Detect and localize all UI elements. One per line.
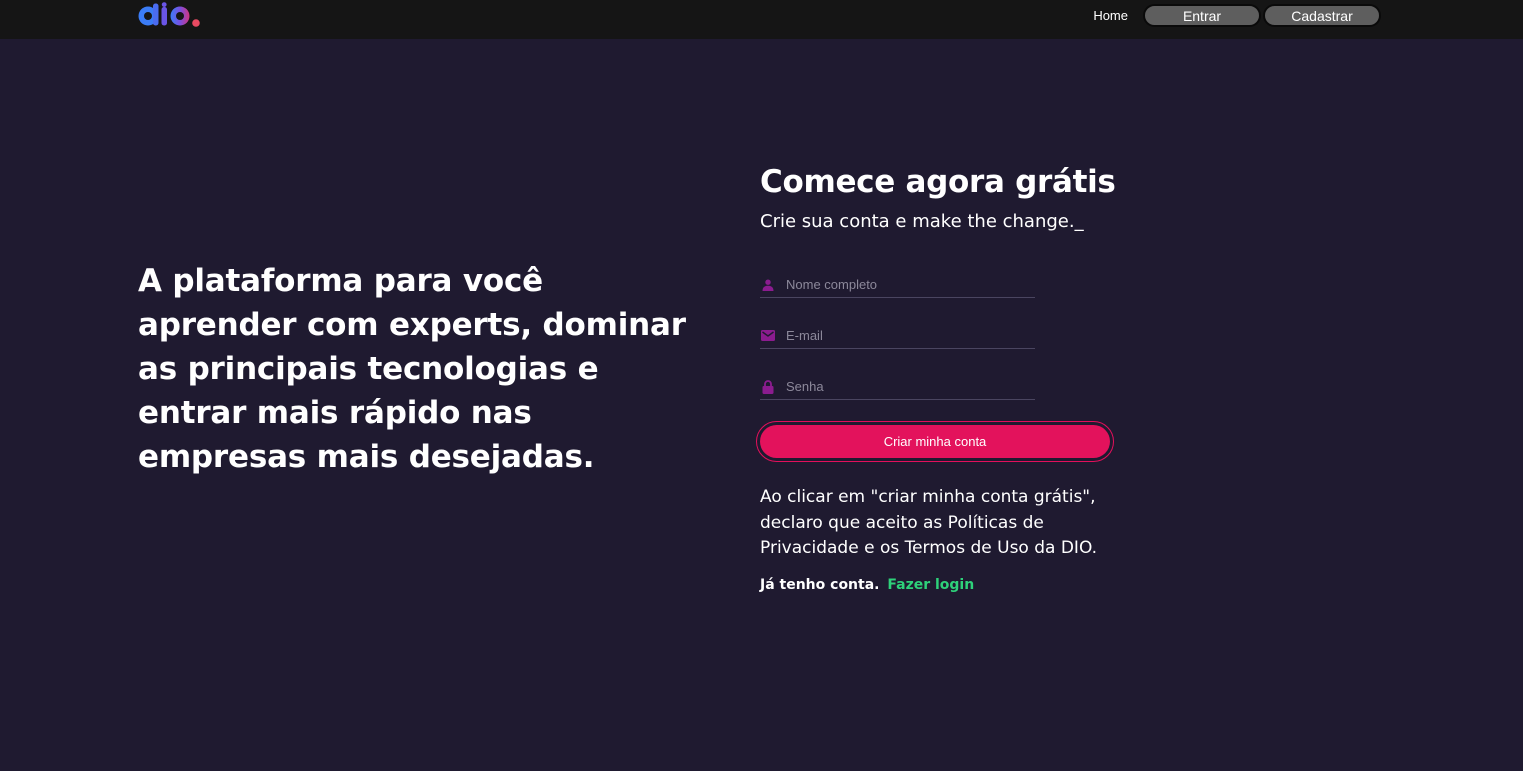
have-account-line: Já tenho conta. Fazer login: [760, 577, 974, 593]
email-field: [760, 323, 1035, 349]
have-account-label: Já tenho conta.: [760, 577, 880, 593]
nav-home-link[interactable]: Home: [1093, 8, 1128, 23]
lock-icon: [761, 379, 775, 394]
email-input[interactable]: [786, 328, 1026, 343]
login-button[interactable]: Entrar: [1143, 4, 1261, 27]
mail-icon: [761, 329, 775, 343]
legal-text: Ao clicar em "criar minha conta grátis",…: [760, 487, 1098, 558]
signup-form: Comece agora grátis Crie sua conta e mak…: [756, 160, 1120, 593]
form-subtitle: Crie sua conta e make the change._: [760, 211, 1084, 232]
top-navbar: Home Entrar Cadastrar: [0, 0, 1523, 39]
hero-headline: A plataforma para você aprender com expe…: [138, 263, 686, 475]
name-input[interactable]: [786, 277, 1026, 292]
password-field: [760, 374, 1035, 400]
form-title: Comece agora grátis: [760, 164, 1116, 200]
submit-button-outline: Criar minha conta: [756, 421, 1114, 462]
signup-button[interactable]: Cadastrar: [1263, 4, 1381, 27]
password-input[interactable]: [786, 379, 1026, 394]
create-account-button[interactable]: Criar minha conta: [760, 425, 1110, 458]
person-icon: [761, 278, 775, 292]
dio-logo[interactable]: [137, 2, 203, 30]
login-link[interactable]: Fazer login: [887, 577, 974, 593]
main-nav: Home Entrar Cadastrar: [1093, 4, 1381, 27]
name-field: [760, 272, 1035, 298]
